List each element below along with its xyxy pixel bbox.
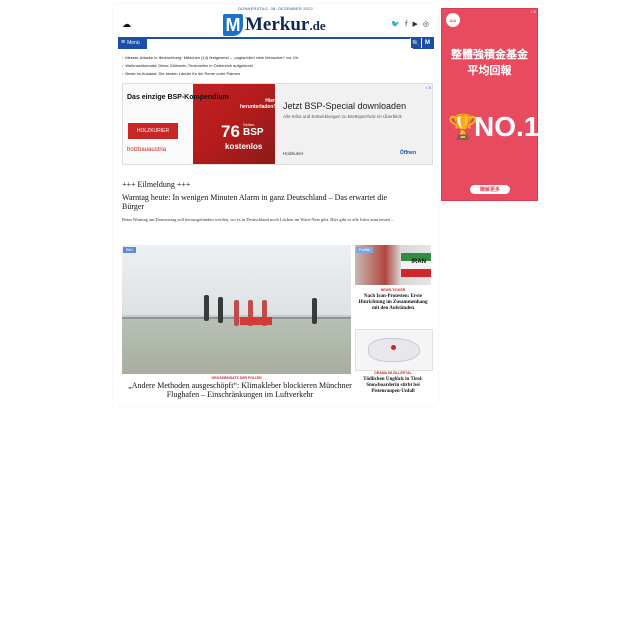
- menu-label: Menü: [127, 40, 140, 46]
- side-ad-line1: 整體強積金基金: [451, 48, 528, 61]
- bsp-ad-banner[interactable]: Das einzige BSP-Kompendium Hier herunter…: [122, 83, 433, 165]
- ad-76-number: 76: [221, 122, 240, 141]
- hero-person: [234, 300, 239, 326]
- hero-protest-banner: [240, 317, 272, 325]
- iran-flag-text: IRAN: [411, 259, 426, 265]
- side2-kicker: DRAMA IM ZILLERTAL: [374, 371, 412, 375]
- snowboard-image[interactable]: [355, 329, 433, 371]
- top-link-3[interactable]: Beste im Ausland: Die besten Länder für …: [122, 70, 298, 78]
- politik-badge: Politik: [356, 247, 373, 253]
- hero-person: [218, 297, 223, 323]
- facebook-icon[interactable]: f: [405, 20, 407, 28]
- merkur-logo-text: Merkur.de: [245, 14, 326, 36]
- ad-left-title: Das einzige BSP-Kompendium: [127, 94, 229, 101]
- eilmeldung-label: +++ Eilmeldung +++: [122, 180, 191, 189]
- merkur-m-button[interactable]: M: [421, 38, 433, 48]
- ad-close-icon[interactable]: i X: [426, 85, 431, 90]
- flag-stripe: [401, 269, 431, 277]
- top-link-2[interactable]: Weihnachtsmarkt: Diese Glühwein-Trinkmei…: [122, 62, 298, 70]
- eilmeldung-headline[interactable]: Warntag heute: In wenigen Minuten Alarm …: [122, 193, 392, 211]
- logo-tld: .de: [309, 18, 326, 33]
- logo-name: Merkur: [245, 14, 310, 35]
- side-ad-cta-button[interactable]: 瞭解更多: [470, 185, 510, 194]
- hero-image[interactable]: [122, 245, 351, 374]
- holzkurier-logo: HOLZKURIER: [128, 123, 178, 139]
- instagram-icon[interactable]: ◎: [423, 20, 429, 28]
- ad-right-title: Jetzt BSP-Special downloaden: [283, 101, 407, 111]
- social-links: 🐦 f ▶ ◎: [391, 20, 429, 28]
- hero-kicker: GROSSEINSATZ DER POLIZEI: [211, 376, 262, 380]
- aia-side-ad[interactable]: AIA i X 整體強積金基金 平均回報 🏆 NO.1 瞭解更多: [441, 8, 540, 201]
- hero-person: [312, 298, 317, 324]
- merkur-logo[interactable]: M Merkur.de: [223, 12, 326, 38]
- hero-ground: [122, 319, 351, 374]
- holzbauaustria-logo: holzbauaustria: [127, 147, 167, 153]
- map-shape: [368, 338, 420, 362]
- ad-kostenlos-label: kostenlos: [225, 142, 263, 151]
- merkur-logo-mark: M: [223, 14, 243, 36]
- hero-headline[interactable]: „Andere Methoden ausgeschöpft“: Klimakle…: [124, 381, 356, 399]
- trophy-icon: 🏆: [448, 113, 478, 141]
- search-icon[interactable]: 🔍: [410, 38, 421, 48]
- ad-right-text: Alle Infos und Entwicklungen zu Brettspe…: [283, 114, 402, 119]
- weather-icon[interactable]: ☁: [122, 20, 131, 30]
- hero-badge: Bild: [123, 247, 136, 253]
- twitter-icon[interactable]: 🐦: [391, 20, 400, 28]
- side1-kicker: NEWS-TICKER: [380, 288, 406, 292]
- menu-button[interactable]: ≡ Menü: [121, 38, 140, 48]
- top-links: Messer-Attacke in Illerkirchberg: Mädche…: [122, 54, 298, 78]
- hero-person: [204, 295, 209, 321]
- main-navbar: ≡ Menü 🔍 M: [118, 37, 434, 49]
- ad-open-button[interactable]: Öffnen: [400, 150, 416, 156]
- side-ad-close-icon[interactable]: i X: [531, 9, 536, 14]
- side-ad-line2: 平均回報: [467, 64, 512, 77]
- side2-headline[interactable]: Tödlichen Unglück in Tirol: Snowboarderi…: [355, 377, 431, 395]
- hamburger-icon: ≡: [121, 39, 126, 46]
- ad-brand: Holzkurier: [283, 151, 304, 156]
- aia-logo: AIA: [446, 13, 460, 27]
- youtube-icon[interactable]: ▶: [413, 20, 418, 28]
- ad-bsp-label: BSP: [243, 127, 264, 138]
- search-input[interactable]: [147, 39, 413, 49]
- date-line: DONNERSTAG, 08. DEZEMBER 2022: [238, 6, 313, 11]
- merkur-page: DONNERSTAG, 08. DEZEMBER 2022 ☁ M Merkur…: [113, 4, 438, 406]
- side-ad-no1: NO.1: [474, 111, 540, 142]
- side1-headline[interactable]: Nach Iran-Protesten: Erste Hinrichtung i…: [355, 294, 431, 312]
- top-link-1[interactable]: Messer-Attacke in Illerkirchberg: Mädche…: [122, 54, 298, 62]
- eilmeldung-teaser: Beim Warntag am Donnerstag soll herausge…: [122, 217, 395, 222]
- map-marker-icon: [391, 345, 396, 350]
- ad-hier-text: Hier herunterladen!: [239, 98, 275, 110]
- ad-left-panel: Das einzige BSP-Kompendium Hier herunter…: [123, 84, 275, 164]
